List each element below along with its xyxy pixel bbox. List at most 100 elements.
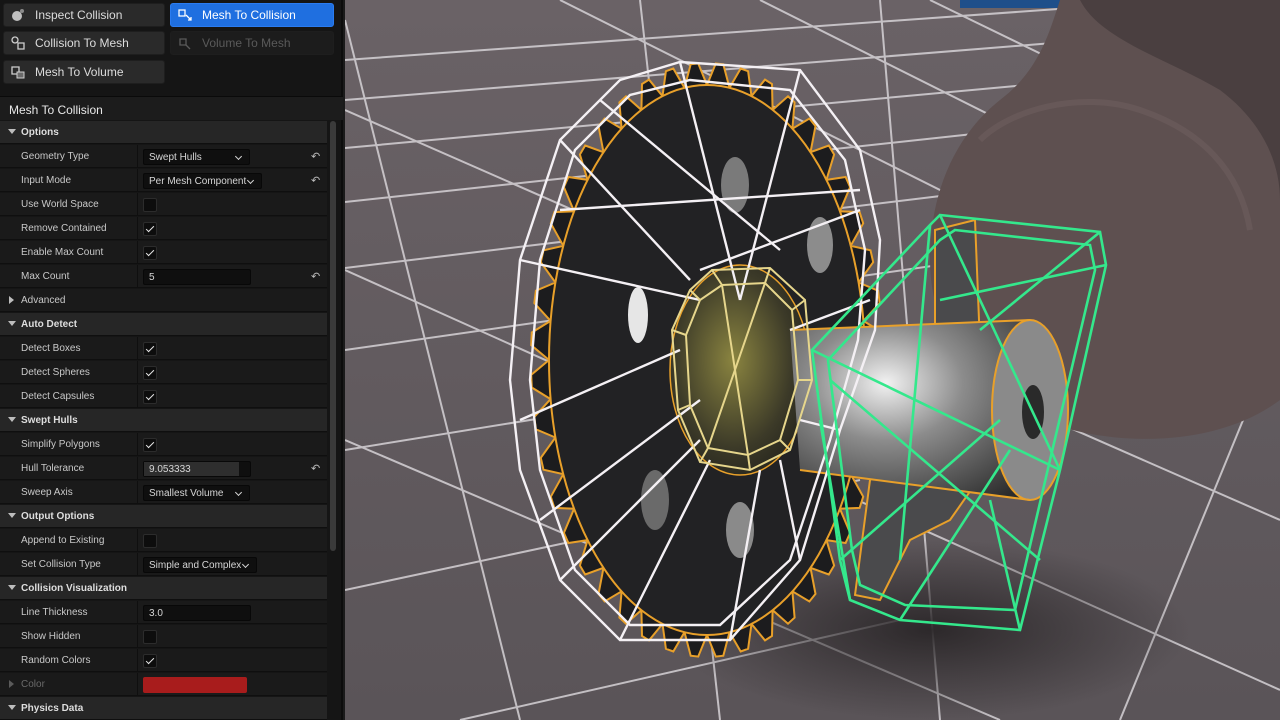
dropdown-value: Smallest Volume: [149, 488, 224, 499]
column-divider: [137, 265, 138, 288]
property-label: Remove Contained: [21, 223, 107, 234]
mesh-to-collision-button[interactable]: Mesh To Collision: [170, 3, 334, 27]
row-geometry-type: Geometry Type Swept Hulls ↶: [0, 145, 327, 168]
row-show-hidden: Show Hidden: [0, 625, 327, 648]
volume-to-mesh-button[interactable]: Volume To Mesh: [170, 31, 334, 55]
column-divider: [137, 193, 138, 216]
property-label: Append to Existing: [21, 535, 105, 546]
row-sweep-axis: Sweep Axis Smallest Volume: [0, 481, 327, 504]
row-color: Color: [0, 673, 327, 696]
3d-viewport[interactable]: [345, 0, 1280, 720]
column-divider: [137, 553, 138, 576]
reset-arrow-icon[interactable]: ↶: [311, 270, 320, 283]
row-max-count: Max Count 5 ↶: [0, 265, 327, 288]
property-label: Hull Tolerance: [21, 463, 85, 474]
inspect-collision-icon: [10, 7, 26, 23]
remove-contained-checkbox[interactable]: [143, 222, 157, 236]
property-label: Simplify Polygons: [21, 439, 100, 450]
details-scrollbar[interactable]: [330, 121, 336, 551]
column-divider: [137, 481, 138, 504]
reset-arrow-icon[interactable]: ↶: [311, 174, 320, 187]
section-label: Physics Data: [21, 703, 84, 714]
column-divider: [137, 361, 138, 384]
sweep-axis-dropdown[interactable]: Smallest Volume: [143, 485, 250, 501]
section-options[interactable]: Options: [0, 121, 327, 144]
collision-to-mesh-button[interactable]: Collision To Mesh: [3, 31, 165, 55]
column-divider: [137, 217, 138, 240]
detect-spheres-checkbox[interactable]: [143, 366, 157, 380]
property-label: Line Thickness: [21, 607, 88, 618]
row-input-mode: Input Mode Per Mesh Component ↶: [0, 169, 327, 192]
property-label: Input Mode: [21, 175, 72, 186]
line-thickness-field[interactable]: 3.0: [143, 605, 251, 621]
field-value: 5: [149, 272, 155, 283]
mesh-to-volume-icon: [10, 64, 26, 80]
random-colors-checkbox[interactable]: [143, 654, 157, 668]
column-divider: [137, 673, 138, 696]
column-divider: [137, 457, 138, 480]
detect-boxes-checkbox[interactable]: [143, 342, 157, 356]
collapse-arrow-icon: [9, 296, 14, 304]
mesh-to-volume-label: Mesh To Volume: [35, 65, 124, 79]
column-divider: [137, 625, 138, 648]
section-auto-detect[interactable]: Auto Detect: [0, 313, 327, 336]
chevron-down-icon: [234, 488, 243, 497]
section-label: Collision Visualization: [21, 583, 127, 594]
reset-arrow-icon[interactable]: ↶: [311, 150, 320, 163]
input-mode-dropdown[interactable]: Per Mesh Component: [143, 173, 262, 189]
section-collision-visualization[interactable]: Collision Visualization: [0, 577, 327, 600]
simplify-polygons-checkbox[interactable]: [143, 438, 157, 452]
section-output-options[interactable]: Output Options: [0, 505, 327, 528]
property-label: Enable Max Count: [21, 247, 104, 258]
expand-arrow-icon: [8, 129, 16, 134]
section-physics-data[interactable]: Physics Data: [0, 697, 327, 720]
mesh-to-collision-icon: [177, 7, 193, 23]
column-divider: [137, 601, 138, 624]
append-to-existing-checkbox[interactable]: [143, 534, 157, 548]
row-simplify-polygons: Simplify Polygons: [0, 433, 327, 456]
volume-to-mesh-icon: [177, 35, 193, 51]
max-count-field[interactable]: 5: [143, 269, 251, 285]
reset-arrow-icon[interactable]: ↶: [311, 462, 320, 475]
inspect-collision-label: Inspect Collision: [35, 8, 123, 22]
mesh-to-volume-button[interactable]: Mesh To Volume: [3, 60, 165, 84]
section-label: Options: [21, 127, 59, 138]
color-swatch[interactable]: [143, 677, 247, 693]
section-swept-hulls[interactable]: Swept Hulls: [0, 409, 327, 432]
column-divider: [137, 529, 138, 552]
hull-tolerance-slider[interactable]: 9.053333: [143, 461, 251, 477]
property-label: Show Hidden: [21, 631, 81, 642]
row-detect-boxes: Detect Boxes: [0, 337, 327, 360]
property-label: Random Colors: [21, 655, 91, 666]
row-random-colors: Random Colors: [0, 649, 327, 672]
section-label: Swept Hulls: [21, 415, 78, 426]
collision-to-mesh-icon: [10, 35, 26, 51]
geometry-type-dropdown[interactable]: Swept Hulls: [143, 149, 250, 165]
column-divider: [137, 649, 138, 672]
mesh-to-collision-label: Mesh To Collision: [202, 8, 296, 22]
show-hidden-checkbox[interactable]: [143, 630, 157, 644]
chevron-down-icon: [241, 560, 250, 569]
property-label: Geometry Type: [21, 151, 90, 162]
expand-arrow-icon: [8, 321, 16, 326]
enable-max-count-checkbox[interactable]: [143, 246, 157, 260]
row-set-collision-type: Set Collision Type Simple and Complex: [0, 553, 327, 576]
use-world-space-checkbox[interactable]: [143, 198, 157, 212]
row-detect-spheres: Detect Spheres: [0, 361, 327, 384]
section-label: Auto Detect: [21, 319, 78, 330]
row-line-thickness: Line Thickness 3.0: [0, 601, 327, 624]
expand-arrow-icon: [8, 513, 16, 518]
property-label: Detect Boxes: [21, 343, 81, 354]
set-collision-type-dropdown[interactable]: Simple and Complex: [143, 557, 257, 573]
property-label: Max Count: [21, 271, 70, 282]
section-advanced[interactable]: Advanced: [0, 289, 327, 312]
panel-title: Mesh To Collision: [0, 96, 343, 120]
field-value: 9.053333: [149, 464, 191, 475]
row-detect-capsules: Detect Capsules: [0, 385, 327, 408]
inspect-collision-button[interactable]: Inspect Collision: [3, 3, 165, 27]
detect-capsules-checkbox[interactable]: [143, 390, 157, 404]
row-hull-tolerance: Hull Tolerance 9.053333 ↶: [0, 457, 327, 480]
expand-arrow-icon: [8, 585, 16, 590]
volume-to-mesh-label: Volume To Mesh: [202, 36, 291, 50]
field-value: 3.0: [149, 608, 163, 619]
